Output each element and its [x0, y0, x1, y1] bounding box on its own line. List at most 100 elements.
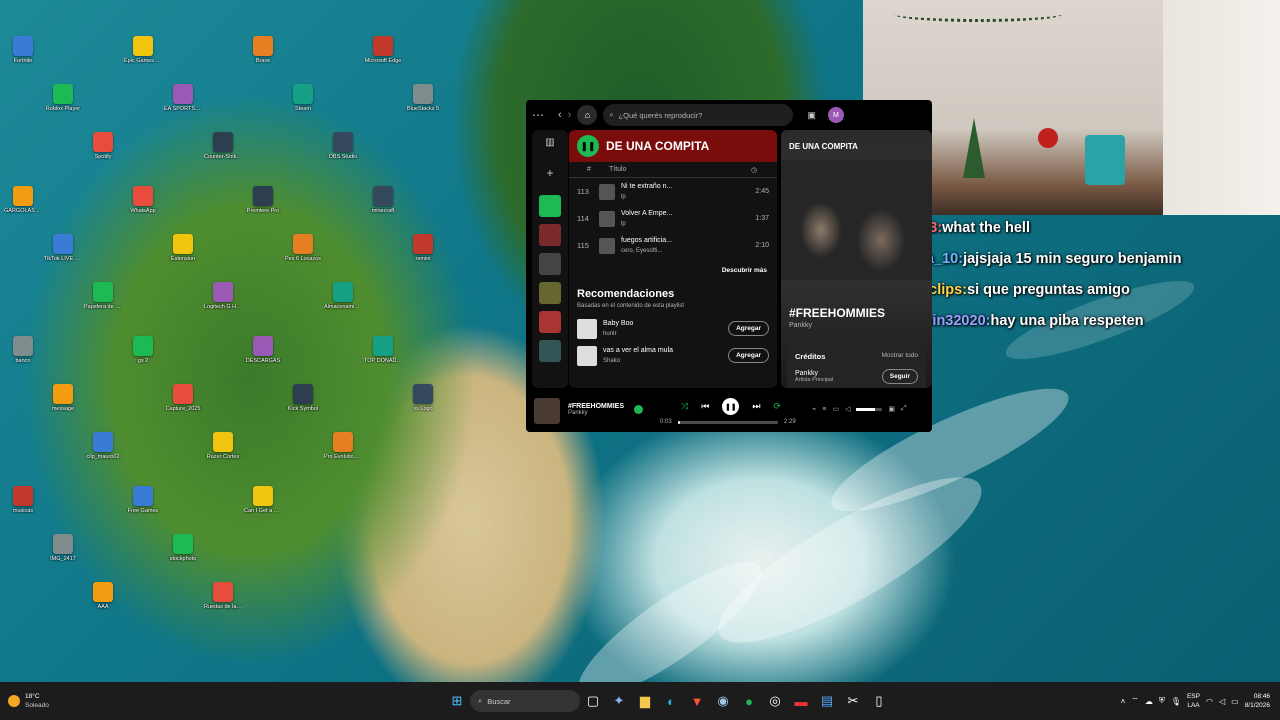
saved-check-icon[interactable]	[634, 405, 643, 414]
home-icon[interactable]: ⌂	[577, 105, 598, 125]
discover-more-link[interactable]: Descubrir más	[569, 259, 777, 288]
desktop-icon[interactable]: Fortnite	[6, 36, 40, 82]
desktop-icon[interactable]: WhatsApp	[126, 186, 160, 232]
recommendation-row[interactable]: vas a ver el alma mula Shako Agregar	[569, 342, 777, 369]
desktop-icon[interactable]: TikTok LIVE Studio	[44, 234, 82, 280]
repeat-icon[interactable]: ⟳	[773, 401, 781, 412]
track-row[interactable]: 114 Volver A Empe... lp 1:37	[569, 205, 777, 232]
add-button[interactable]: Agregar	[728, 321, 769, 336]
clock[interactable]: 08:46 8/1/2026	[1245, 692, 1270, 710]
play-button[interactable]: ❚❚	[577, 135, 599, 157]
track-title[interactable]: Ni te extraño n...	[621, 182, 745, 192]
track-artist[interactable]: cero, Eyesofti...	[621, 246, 745, 256]
now-playing-song[interactable]: #FREEHOMMIES	[789, 306, 885, 320]
chevron-up-icon[interactable]: ˄	[1121, 697, 1126, 706]
track-row[interactable]: 113 Ni te extraño n... lp 2:45	[569, 178, 777, 205]
desktop-icon[interactable]: Brave	[246, 36, 280, 82]
liked-songs-icon[interactable]	[539, 195, 561, 217]
desktop-icon[interactable]: TOP DONADOR	[364, 336, 402, 382]
security-icon[interactable]: ⛨	[1159, 696, 1165, 706]
desktop-icon[interactable]: Kick Symbol	[286, 384, 320, 430]
desktop-icon[interactable]: Razer Cortex	[206, 432, 240, 478]
player-song[interactable]: #FREEHOMMIES	[568, 403, 624, 410]
start-button[interactable]: ⊞	[446, 690, 468, 712]
notes-icon[interactable]: ▤	[816, 690, 838, 712]
follow-button[interactable]: Seguir	[881, 369, 918, 384]
fullscreen-icon[interactable]: ⤢	[901, 405, 907, 413]
avatar[interactable]: M	[827, 107, 844, 123]
mic-icon[interactable]: 🎙︎	[1171, 697, 1181, 706]
desktop-icon[interactable]: Spotify	[86, 132, 120, 178]
battery-icon[interactable]: ▭	[1231, 697, 1239, 706]
rec-artist[interactable]: huntr	[603, 329, 728, 339]
desktop-icon[interactable]: musicas	[6, 486, 40, 532]
add-icon[interactable]: +	[539, 166, 561, 188]
notepad-icon[interactable]: ▯	[868, 690, 890, 712]
library-item[interactable]	[539, 282, 561, 304]
desktop-icon[interactable]: Logitech G HUB	[204, 282, 242, 328]
miniplayer-icon[interactable]: ▣	[888, 405, 895, 413]
track-title[interactable]: Volver A Empe...	[621, 209, 745, 219]
browse-icon[interactable]: ▣	[807, 110, 816, 121]
desktop-icon[interactable]: gs 2	[126, 336, 160, 382]
library-item[interactable]	[539, 311, 561, 333]
desktop-icon[interactable]: clip_mauro02	[86, 432, 120, 478]
capcut-icon[interactable]: ✂	[842, 690, 864, 712]
spotify-icon[interactable]: ●	[738, 690, 760, 712]
track-artist[interactable]: lp	[621, 192, 745, 202]
volume-icon[interactable]: ◁	[845, 405, 850, 413]
desktop-icon[interactable]: Papelera de reciclaje	[84, 282, 122, 328]
weather-widget[interactable]: 18°C Soleado	[8, 692, 49, 710]
queue-icon[interactable]: ≡	[822, 406, 826, 413]
desktop-icon[interactable]: message	[46, 384, 80, 430]
desktop-icon[interactable]: Microsoft Edge	[365, 36, 401, 82]
rec-title[interactable]: Baby Boo	[603, 319, 728, 329]
show-all-link[interactable]: Mostrar todo	[882, 352, 919, 361]
speaker-icon[interactable]: ◁	[1219, 697, 1225, 706]
edge-icon[interactable]: ◐	[660, 690, 682, 712]
taskbar-search[interactable]: ⌕ Buscar	[470, 690, 580, 712]
previous-icon[interactable]: ⏮	[701, 401, 709, 412]
language-indicator[interactable]: ESP LAA	[1187, 692, 1200, 710]
live-icon[interactable]: ▬	[790, 690, 812, 712]
desktop-icon[interactable]: Steam	[286, 84, 320, 130]
library-item[interactable]	[539, 224, 561, 246]
track-row[interactable]: 115 fuegos artificia... cero, Eyesofti... 2…	[569, 232, 777, 259]
desktop-icon[interactable]: Epic Games Launcher	[124, 36, 162, 82]
device-icon[interactable]: ▭	[832, 405, 839, 413]
shuffle-icon[interactable]: ⤨	[681, 401, 688, 412]
desktop-icon[interactable]: Can I Get a Kiss Mauroo	[244, 486, 282, 532]
menu-icon[interactable]: ⋯	[532, 108, 544, 122]
desktop-icon[interactable]: Pes 6 Locazos	[285, 234, 321, 280]
desktop-icon[interactable]: Almacenamiento	[324, 282, 362, 328]
desktop-icon[interactable]: vs Logo	[406, 384, 440, 430]
desktop-icon[interactable]: Free Games	[126, 486, 160, 532]
pause-button[interactable]: ❚❚	[722, 398, 740, 415]
desktop-icon[interactable]: Roblox Player	[46, 84, 80, 130]
desktop-icon[interactable]: OBS Studio	[326, 132, 360, 178]
progress-bar[interactable]	[678, 421, 778, 424]
forward-icon[interactable]: ›	[568, 109, 572, 121]
volume-slider[interactable]	[856, 407, 883, 411]
next-icon[interactable]: ⏭	[752, 401, 760, 412]
wifi-icon[interactable]: ◠	[1206, 697, 1213, 706]
desktop-icon[interactable]: Counter-Strike 2	[204, 132, 242, 178]
desktop-icon[interactable]: Ruedas de la fortuna	[204, 582, 242, 628]
widgets-icon[interactable]: ✦	[608, 690, 630, 712]
track-title[interactable]: fuegos artificia...	[621, 236, 745, 246]
search-input[interactable]: ⌕ ¿Qué querés reproducir?	[603, 104, 794, 126]
desktop-icon[interactable]: AAA	[86, 582, 120, 628]
file-explorer-icon[interactable]: ▆	[634, 690, 656, 712]
desktop-icon[interactable]: DESCARGAS	[246, 336, 280, 382]
library-item[interactable]	[539, 340, 561, 362]
track-artist[interactable]: lp	[621, 219, 745, 229]
desktop-icon[interactable]: IMG_2417	[46, 534, 80, 580]
library-item[interactable]	[539, 253, 561, 275]
desktop-icon[interactable]: Premiere Pro	[246, 186, 280, 232]
desktop-icon[interactable]: GARGOLAS AWARDS	[4, 186, 42, 232]
desktop-icon[interactable]: Pro Evolution Soccer 6	[324, 432, 362, 478]
obs-icon[interactable]: ◎	[764, 690, 786, 712]
now-playing-artist[interactable]: Pankky	[789, 322, 812, 329]
desktop-icon[interactable]: banco	[6, 336, 40, 382]
desktop-icon[interactable]: Extension	[166, 234, 200, 280]
